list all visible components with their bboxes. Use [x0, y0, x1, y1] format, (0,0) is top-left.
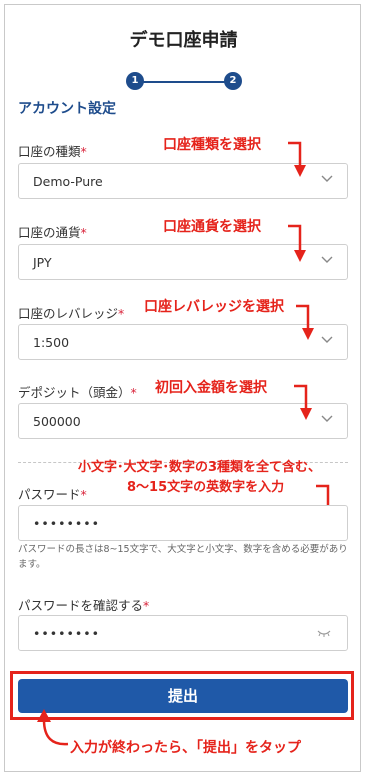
password-value: ••••••••: [33, 516, 100, 531]
annotation-arrow-icon: [296, 304, 314, 340]
required-mark: *: [118, 306, 125, 321]
required-mark: *: [143, 598, 150, 613]
account-type-label: 口座の種類*: [18, 141, 87, 160]
confirm-password-label: パスワードを確認する*: [18, 595, 149, 614]
password-label: パスワード*: [18, 484, 87, 503]
password-annotation-line2: 8〜15文字の英数字を入力: [127, 480, 285, 495]
step-1-indicator: 1: [126, 72, 144, 90]
required-mark: *: [130, 385, 137, 400]
annotation-arrow-icon: [37, 709, 69, 746]
chevron-down-icon: [321, 415, 333, 422]
password-hint: パスワードの長さは8~15文字で、大文字と小文字、数字を含める必要があります。: [18, 544, 348, 570]
required-mark: *: [80, 225, 87, 240]
deposit-label: デポジット（頭金）*: [18, 382, 137, 401]
currency-label: 口座の通貨*: [18, 222, 87, 241]
required-mark: *: [80, 487, 87, 502]
chevron-down-icon: [321, 336, 333, 343]
progress-stepper: 1 2: [124, 72, 244, 92]
eye-closed-icon[interactable]: [317, 629, 331, 637]
password-input[interactable]: ••••••••: [18, 505, 348, 541]
confirm-password-input[interactable]: ••••••••: [18, 615, 348, 651]
annotation-arrow-icon: [294, 384, 312, 420]
section-title: アカウント設定: [18, 101, 116, 117]
currency-label-text: 口座の通貨: [18, 225, 81, 240]
account-type-label-text: 口座の種類: [18, 144, 81, 159]
deposit-annotation: 初回入金額を選択: [155, 380, 267, 396]
leverage-label: 口座のレバレッジ*: [18, 303, 124, 322]
step-2-indicator: 2: [224, 72, 242, 90]
account-type-value: Demo-Pure: [33, 174, 103, 189]
currency-value: JPY: [33, 255, 52, 270]
stepper-line: [140, 81, 228, 83]
submit-annotation: 入力が終わったら、「提出」をタップ: [70, 740, 301, 756]
chevron-down-icon: [321, 175, 333, 182]
confirm-password-label-text: パスワードを確認する: [18, 598, 144, 613]
currency-annotation: 口座通貨を選択: [163, 219, 261, 235]
required-mark: *: [80, 144, 87, 159]
deposit-value: 500000: [33, 414, 81, 429]
account-type-annotation: 口座種類を選択: [163, 137, 261, 153]
annotation-arrow-icon: [288, 141, 306, 177]
confirm-password-value: ••••••••: [33, 626, 100, 641]
deposit-label-text: デポジット（頭金）: [18, 385, 131, 400]
leverage-value: 1:500: [33, 335, 70, 350]
password-annotation-line1: 小文字･大文字･数字の3種類を全て含む、: [78, 460, 322, 475]
leverage-label-text: 口座のレバレッジ: [18, 306, 119, 321]
annotation-arrow-icon: [288, 224, 306, 262]
chevron-down-icon: [321, 256, 333, 263]
page-title: デモ口座申請: [129, 30, 238, 51]
password-label-text: パスワード: [18, 487, 81, 502]
leverage-annotation: 口座レバレッジを選択: [144, 299, 284, 315]
